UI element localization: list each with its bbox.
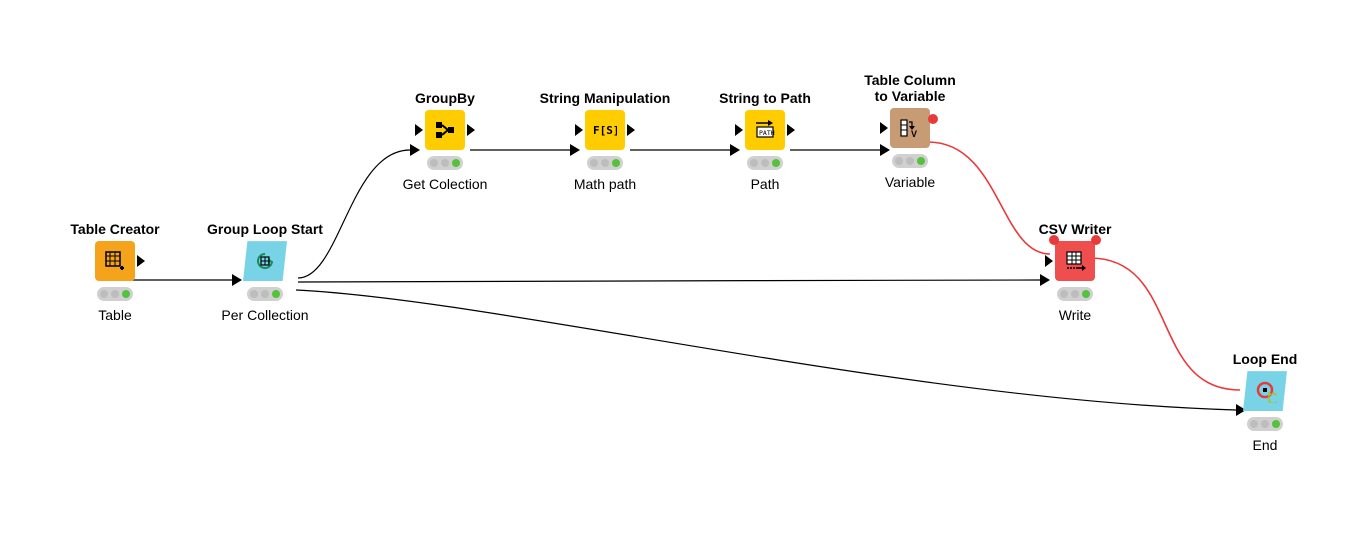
node-csv-writer[interactable]: CSV Writer Write — [1020, 221, 1130, 323]
table-plus-icon — [105, 251, 125, 271]
variable-in-port[interactable] — [1049, 235, 1059, 245]
node-loop-end[interactable]: Loop End End — [1220, 351, 1310, 453]
node-body[interactable]: F[S] — [585, 110, 625, 150]
node-string-to-path[interactable]: String to Path PATH Path — [710, 90, 820, 192]
node-caption: Get Colection — [390, 176, 500, 192]
status-light — [247, 287, 283, 301]
node-caption: Write — [1020, 307, 1130, 323]
groupby-icon — [434, 119, 456, 141]
node-title: Table Column to Variable — [850, 72, 970, 104]
node-title: GroupBy — [390, 90, 500, 106]
node-body[interactable] — [1055, 241, 1095, 281]
workflow-canvas[interactable]: { "nodes": { "table_creator": { "title":… — [0, 0, 1354, 536]
node-body[interactable]: PATH — [745, 110, 785, 150]
node-title: String Manipulation — [530, 90, 680, 106]
node-group-loop-start[interactable]: Group Loop Start Per Collection — [195, 221, 335, 323]
node-groupby[interactable]: GroupBy Get Colection — [390, 90, 500, 192]
csv-write-icon — [1064, 250, 1086, 272]
node-title: Table Creator — [50, 221, 180, 237]
node-title: String to Path — [710, 90, 820, 106]
status-light — [427, 156, 463, 170]
to-variable-icon: V — [899, 117, 921, 139]
variable-out-port[interactable] — [928, 114, 938, 124]
variable-out-port[interactable] — [1091, 235, 1101, 245]
path-icon: PATH — [754, 119, 776, 141]
svg-text:F[S]: F[S] — [593, 124, 617, 137]
svg-text:PATH: PATH — [759, 129, 775, 137]
loop-end-icon — [1253, 379, 1277, 403]
status-light — [747, 156, 783, 170]
node-table-column-to-variable[interactable]: Table Column to Variable V Variable — [850, 72, 970, 190]
node-body[interactable] — [243, 241, 287, 281]
status-light — [1057, 287, 1093, 301]
status-light — [1247, 417, 1283, 431]
node-caption: Path — [710, 176, 820, 192]
node-title: Loop End — [1220, 351, 1310, 367]
node-caption: Per Collection — [195, 307, 335, 323]
node-table-creator[interactable]: Table Creator Table — [50, 221, 180, 323]
node-caption: Math path — [530, 176, 680, 192]
node-string-manipulation[interactable]: String Manipulation F[S] Math path — [530, 90, 680, 192]
node-body[interactable] — [425, 110, 465, 150]
node-caption: Variable — [850, 174, 970, 190]
node-caption: Table — [50, 307, 180, 323]
node-body[interactable] — [1243, 371, 1287, 411]
node-caption: End — [1220, 437, 1310, 453]
svg-text:V: V — [911, 129, 917, 139]
loop-start-icon — [255, 251, 275, 271]
node-title: CSV Writer — [1020, 221, 1130, 237]
node-title: Group Loop Start — [195, 221, 335, 237]
function-string-icon: F[S] — [593, 122, 617, 138]
status-light — [587, 156, 623, 170]
status-light — [892, 154, 928, 168]
node-body[interactable]: V — [890, 108, 930, 148]
status-light — [97, 287, 133, 301]
node-body[interactable] — [95, 241, 135, 281]
